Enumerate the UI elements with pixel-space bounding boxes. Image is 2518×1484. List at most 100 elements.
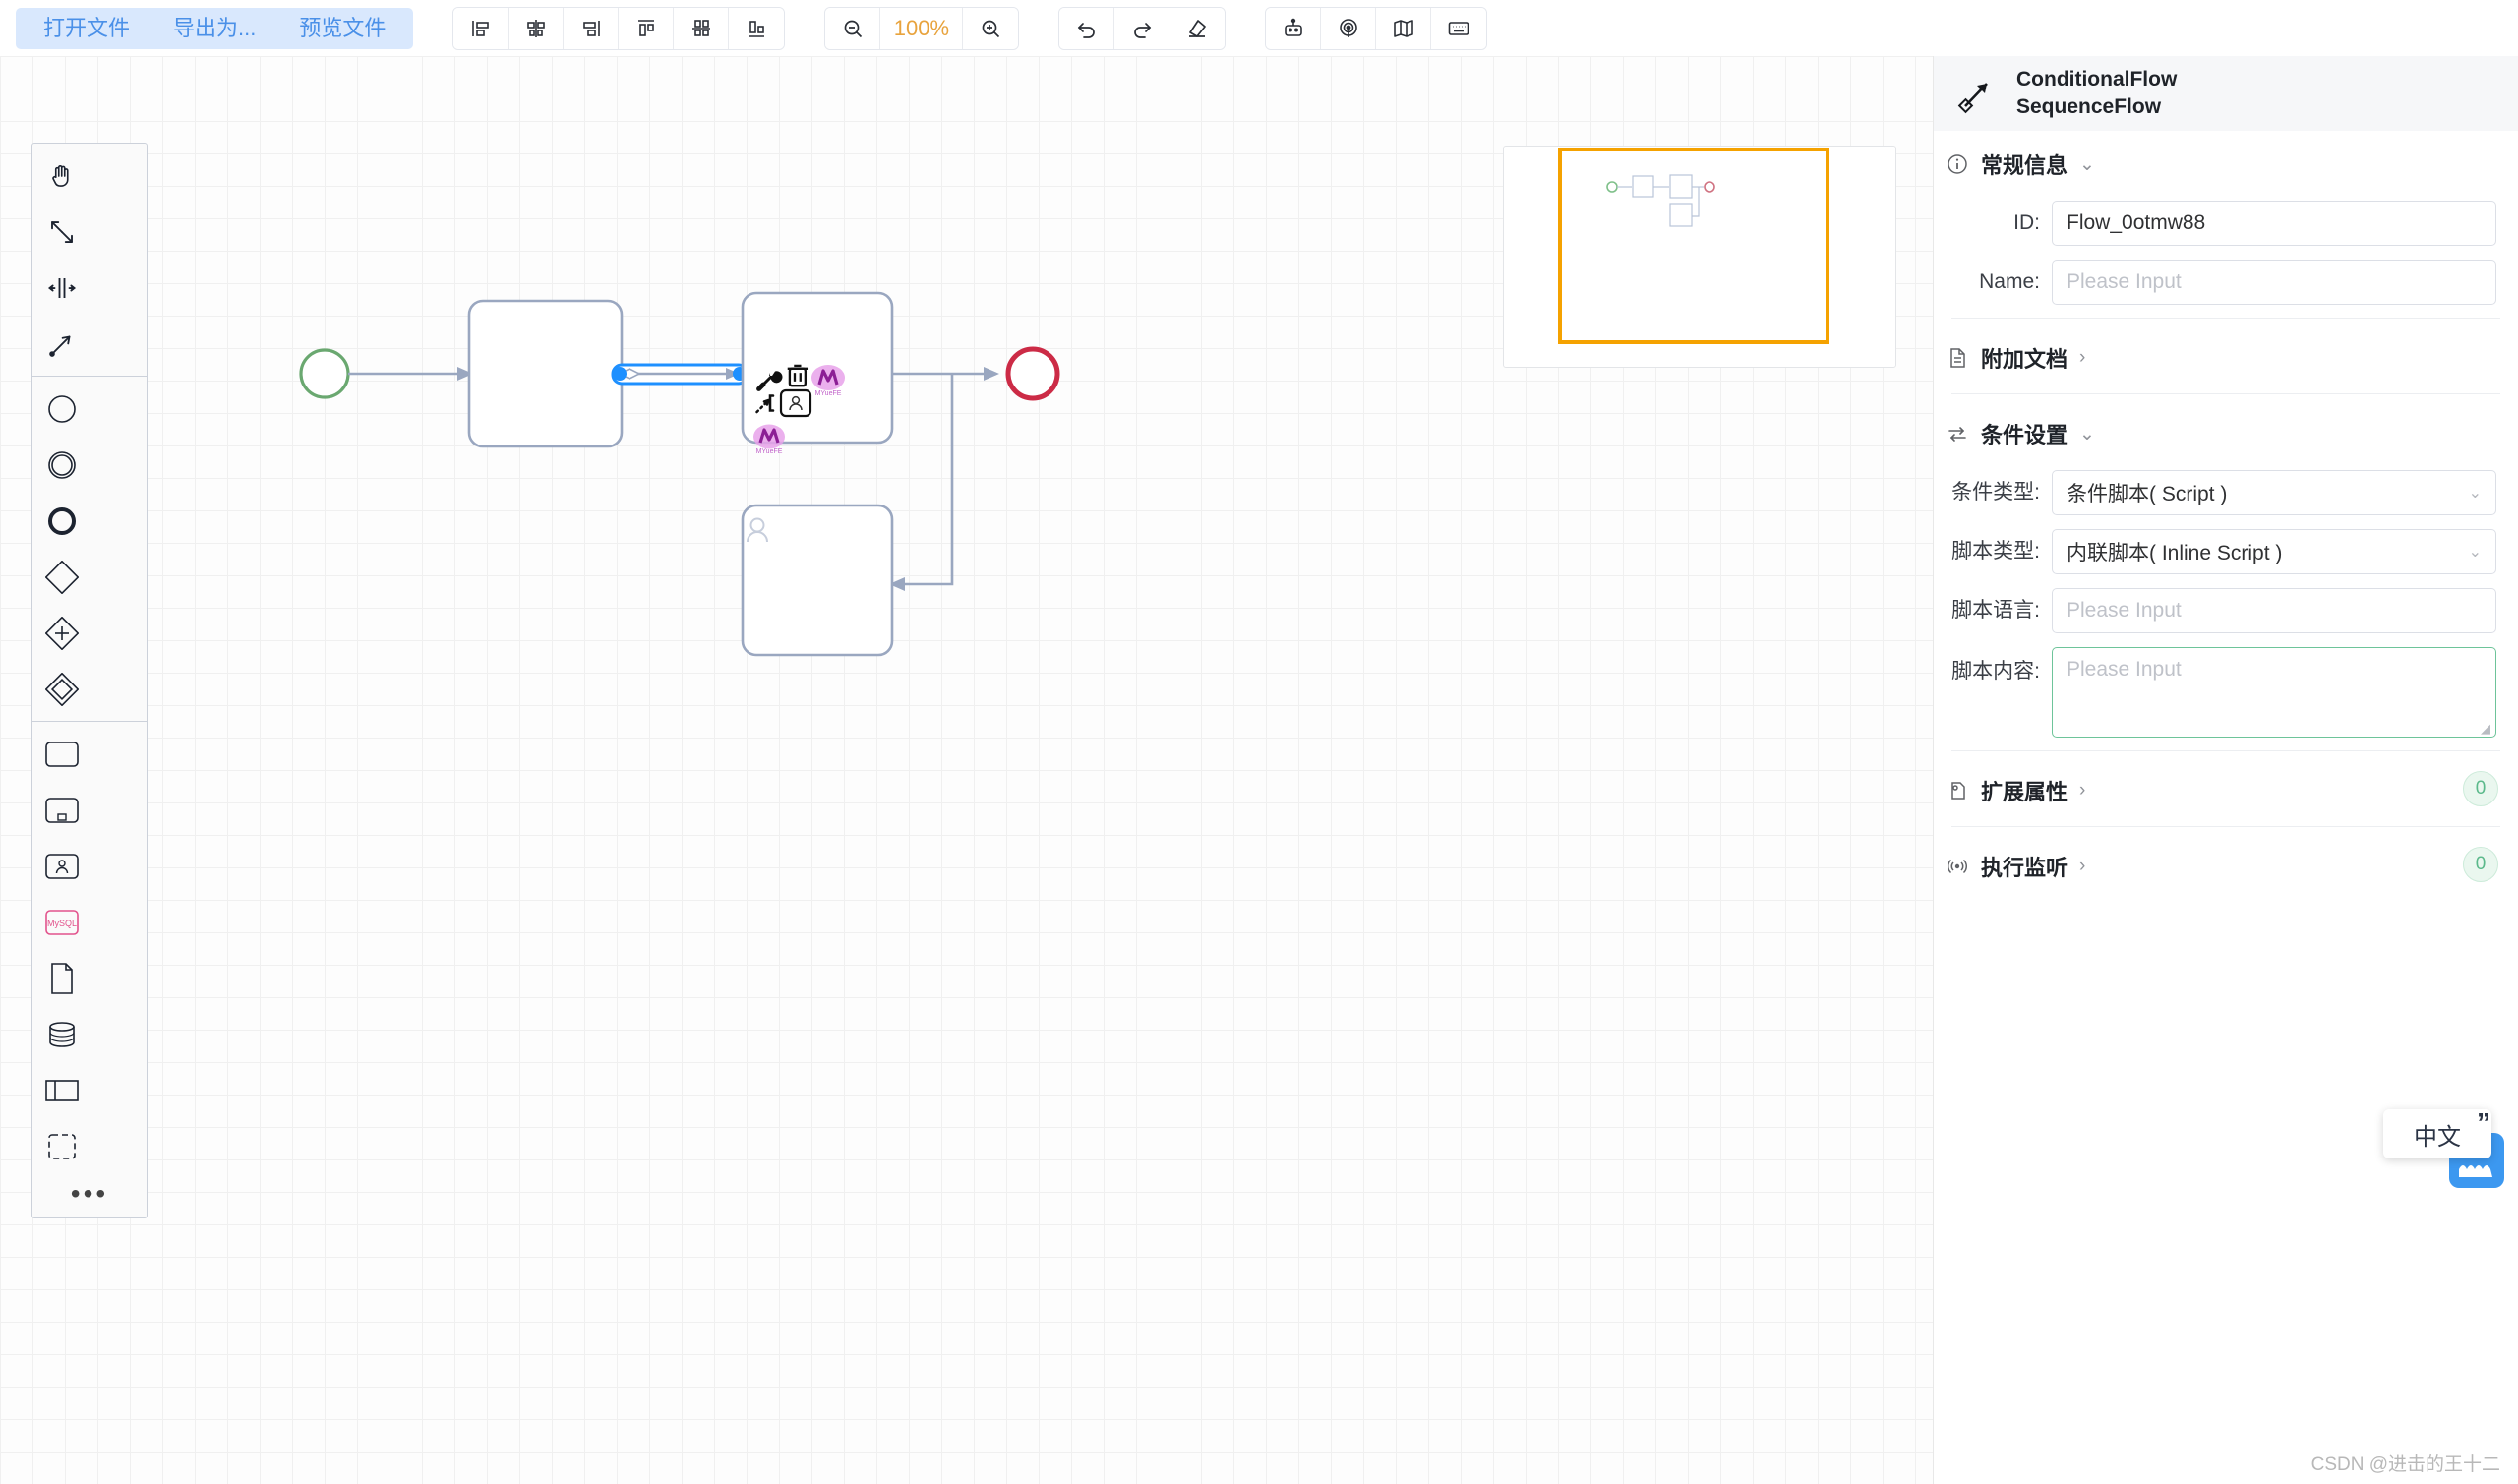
sequence-flow-selected xyxy=(613,365,748,384)
panel-title-line1: ConditionalFlow xyxy=(2016,66,2177,93)
listeners-count-badge: 0 xyxy=(2463,847,2498,882)
align-right-icon[interactable] xyxy=(564,7,619,50)
zoom-in-icon[interactable] xyxy=(963,7,1018,50)
name-input[interactable]: Please Input xyxy=(2052,260,2496,305)
svg-text:MYueFE: MYueFE xyxy=(815,390,842,397)
watermark-text: CSDN @进击的王十二 xyxy=(2311,1450,2500,1476)
field-script-type: 脚本类型: 内联脚本( Inline Script ) ⌄ xyxy=(1934,522,2518,581)
resize-handle-icon[interactable]: ◢ xyxy=(2481,723,2492,735)
task-2 xyxy=(743,293,892,443)
user-task-pad-icon xyxy=(781,390,810,416)
condition-type-value: 条件脚本( Script ) xyxy=(2067,478,2227,507)
section-extensions-header[interactable]: 扩展属性 › 0 xyxy=(1934,757,2518,820)
script-type-value: 内联脚本( Inline Script ) xyxy=(2067,537,2282,566)
flow-start-to-task1 xyxy=(348,367,473,381)
flow-task2-to-end xyxy=(892,367,999,381)
redo-icon[interactable] xyxy=(1114,7,1169,50)
section-general-title: 常规信息 xyxy=(1981,148,2068,180)
bpmn-canvas[interactable]: MySQL xyxy=(0,56,1933,1484)
section-condition-header[interactable]: 条件设置 ⌄ xyxy=(1934,400,2518,463)
preview-file-button[interactable]: 预览文件 xyxy=(277,8,407,49)
panel-header: ConditionalFlow SequenceFlow xyxy=(1934,56,2518,131)
eraser-icon[interactable] xyxy=(1169,7,1225,50)
mysql-logo-icon-2: MYueFE xyxy=(753,425,785,456)
file-actions-group: 打开文件 导出为... 预览文件 xyxy=(16,8,413,49)
quote-icon: ” xyxy=(2477,1107,2490,1139)
zoom-tools-group: 100% xyxy=(824,7,1019,50)
task-1 xyxy=(469,301,622,446)
properties-panel: ConditionalFlow SequenceFlow 常规信息 ⌄ ID: … xyxy=(1933,56,2518,1484)
script-type-label: 脚本类型: xyxy=(1934,529,2052,574)
export-as-button[interactable]: 导出为... xyxy=(151,8,277,49)
script-type-select[interactable]: 内联脚本( Inline Script ) ⌄ xyxy=(2052,529,2496,574)
script-language-input[interactable]: Please Input xyxy=(2052,588,2496,633)
chevron-right-icon-2: › xyxy=(2079,780,2085,801)
field-script-body: 脚本内容: Please Input ◢ xyxy=(1934,640,2518,744)
field-id: ID: Flow_0otmw88 xyxy=(1934,194,2518,253)
svg-text:MYueFE: MYueFE xyxy=(756,448,783,455)
panel-divider-1 xyxy=(1951,318,2500,319)
chevron-down-icon: ⌄ xyxy=(2079,153,2095,176)
info-icon xyxy=(1946,152,1969,176)
flow-task2-to-task3 xyxy=(889,374,952,591)
exchange-icon xyxy=(1946,422,1969,445)
align-center-horizontal-icon[interactable] xyxy=(509,7,564,50)
section-documentation-title: 附加文档 xyxy=(1981,342,2068,374)
bpmnio-logo: BPMN.iO xyxy=(1835,1480,1925,1484)
section-listeners-header[interactable]: 执行监听 › 0 xyxy=(1934,833,2518,896)
minimap-content xyxy=(1504,147,1895,367)
align-top-icon[interactable] xyxy=(619,7,674,50)
condition-type-select[interactable]: 条件脚本( Script ) ⌄ xyxy=(2052,470,2496,515)
document-icon xyxy=(1946,346,1969,370)
section-condition-title: 条件设置 xyxy=(1981,418,2068,449)
field-name: Name: Please Input xyxy=(1934,253,2518,312)
section-general-header[interactable]: 常规信息 ⌄ xyxy=(1934,131,2518,194)
panel-divider-2 xyxy=(1951,393,2500,394)
start-event xyxy=(301,350,348,397)
top-toolbar: 打开文件 导出为... 预览文件 xyxy=(0,0,2518,56)
robot-icon[interactable] xyxy=(1266,7,1321,50)
align-bottom-icon[interactable] xyxy=(729,7,784,50)
id-input[interactable]: Flow_0otmw88 xyxy=(2052,201,2496,246)
section-extensions-title: 扩展属性 xyxy=(1981,775,2068,806)
extension-icon xyxy=(1946,779,1969,802)
section-documentation-header[interactable]: 附加文档 › xyxy=(1934,325,2518,387)
chevron-right-icon: › xyxy=(2079,347,2085,369)
panel-title-line2: SequenceFlow xyxy=(2016,93,2177,121)
chevron-down-icon-4: ⌄ xyxy=(2469,542,2482,562)
map-icon[interactable] xyxy=(1376,7,1431,50)
align-tools-group xyxy=(452,7,785,50)
align-middle-icon[interactable] xyxy=(674,7,729,50)
id-label: ID: xyxy=(1934,201,2052,246)
language-tooltip[interactable]: 中文 xyxy=(2383,1109,2491,1158)
zoom-out-icon[interactable] xyxy=(825,7,880,50)
user-task xyxy=(743,505,892,655)
script-language-label: 脚本语言: xyxy=(1934,588,2052,633)
broadcast-icon xyxy=(1946,855,1969,878)
script-body-placeholder: Please Input xyxy=(2067,658,2182,681)
open-file-button[interactable]: 打开文件 xyxy=(22,8,151,49)
field-condition-type: 条件类型: 条件脚本( Script ) ⌄ xyxy=(1934,463,2518,522)
history-tools-group xyxy=(1058,7,1226,50)
align-left-icon[interactable] xyxy=(453,7,509,50)
condition-type-label: 条件类型: xyxy=(1934,470,2052,515)
script-body-textarea[interactable]: Please Input ◢ xyxy=(2052,647,2496,738)
undo-icon[interactable] xyxy=(1059,7,1114,50)
script-body-label: 脚本内容: xyxy=(1934,647,2052,691)
extensions-count-badge: 0 xyxy=(2463,771,2498,806)
sequence-flow-icon xyxy=(1957,73,1999,114)
chevron-down-icon-2: ⌄ xyxy=(2079,423,2095,445)
minimap-viewport-frame xyxy=(1560,149,1828,342)
zoom-level-label: 100% xyxy=(880,7,963,50)
mysql-logo-icon: MYueFE xyxy=(811,365,845,397)
minimap[interactable] xyxy=(1503,146,1896,368)
radar-icon[interactable] xyxy=(1321,7,1376,50)
extra-tools-group xyxy=(1265,7,1487,50)
name-label: Name: xyxy=(1934,260,2052,305)
keyboard-icon[interactable] xyxy=(1431,7,1486,50)
bpmn-editor-app: 打开文件 导出为... 预览文件 xyxy=(0,0,2518,1484)
panel-divider-3 xyxy=(1951,750,2500,751)
field-script-language: 脚本语言: Please Input xyxy=(1934,581,2518,640)
chevron-down-icon-3: ⌄ xyxy=(2469,483,2482,503)
panel-divider-4 xyxy=(1951,826,2500,827)
